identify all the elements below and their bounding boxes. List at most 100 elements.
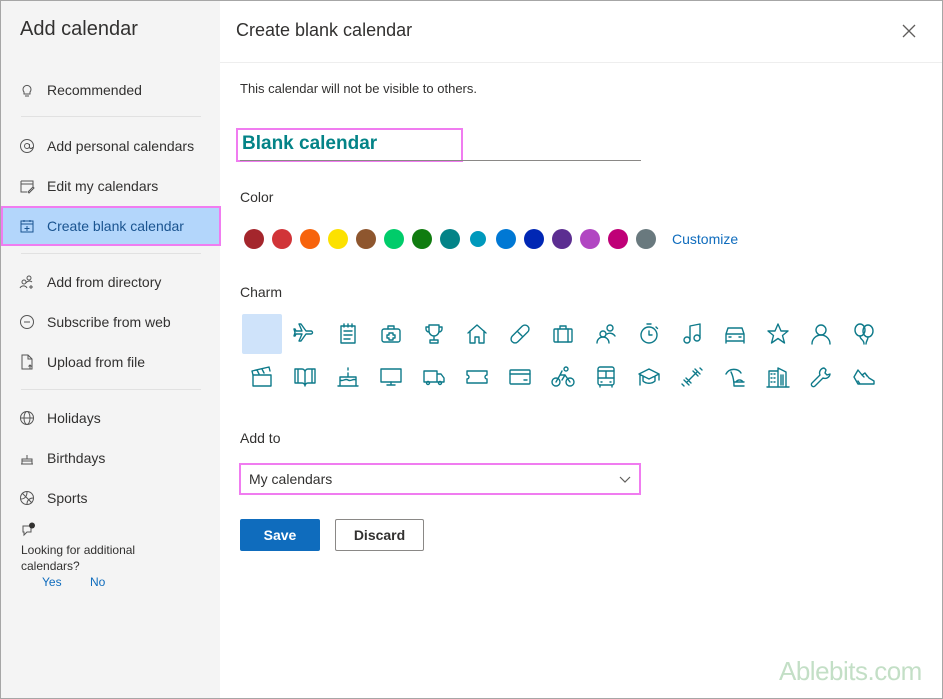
sidebar-item-holidays[interactable]: Holidays xyxy=(1,398,220,438)
color-swatch[interactable] xyxy=(384,229,404,249)
stopwatch-icon xyxy=(640,323,659,344)
charm-briefcase[interactable] xyxy=(543,314,583,354)
music-note-icon xyxy=(683,323,701,344)
dumbbell-icon xyxy=(681,367,703,387)
color-swatch[interactable] xyxy=(552,229,572,249)
sneaker-icon xyxy=(853,369,875,385)
sidebar-item-label: Recommended xyxy=(47,82,142,98)
color-swatch[interactable] xyxy=(440,229,460,249)
charm-wrench[interactable] xyxy=(801,357,841,397)
lightbulb-icon xyxy=(22,84,32,97)
charm-home[interactable] xyxy=(457,314,497,354)
sidebar-item-create-blank-calendar[interactable]: Create blank calendar xyxy=(1,206,221,246)
charm-person[interactable] xyxy=(801,314,841,354)
sidebar-item-subscribe-from-web[interactable]: Subscribe from web xyxy=(1,302,220,342)
divider xyxy=(21,389,201,390)
calendar-name-input[interactable]: Blank calendar xyxy=(236,128,463,162)
color-swatch[interactable] xyxy=(328,229,348,249)
sidebar-item-add-personal-calendars[interactable]: Add personal calendars xyxy=(1,126,220,166)
color-swatch[interactable] xyxy=(412,229,432,249)
customize-color-link[interactable]: Customize xyxy=(672,231,738,247)
color-swatch[interactable] xyxy=(636,229,656,249)
color-swatch[interactable] xyxy=(272,229,292,249)
charm-clapperboard[interactable] xyxy=(242,357,282,397)
page-title: Create blank calendar xyxy=(236,20,413,40)
wrench-icon xyxy=(810,367,831,388)
divider xyxy=(21,116,201,117)
notepad-icon xyxy=(340,323,356,344)
sidebar-item-label: Edit my calendars xyxy=(47,178,159,194)
input-underline xyxy=(240,160,641,161)
charm-trophy[interactable] xyxy=(414,314,454,354)
sidebar-item-upload-from-file[interactable]: Upload from file xyxy=(1,342,220,382)
charm-airplane[interactable] xyxy=(285,314,325,354)
color-swatch[interactable] xyxy=(356,229,376,249)
charm-bus[interactable] xyxy=(586,357,626,397)
feedback-yes-link[interactable]: Yes xyxy=(42,574,62,590)
sidebar-item-birthdays[interactable]: Birthdays xyxy=(1,438,220,478)
charm-truck[interactable] xyxy=(414,357,454,397)
charm-book[interactable] xyxy=(285,357,325,397)
sidebar-item-label: Subscribe from web xyxy=(47,314,171,330)
color-swatch[interactable] xyxy=(496,229,516,249)
charm-notepad[interactable] xyxy=(328,314,368,354)
truck-icon xyxy=(423,370,445,386)
save-button[interactable]: Save xyxy=(240,519,320,551)
people-add-icon xyxy=(19,275,33,289)
feedback-question: Looking for additional calendars? xyxy=(21,543,136,573)
color-swatch[interactable] xyxy=(244,229,264,249)
discard-button[interactable]: Discard xyxy=(335,519,424,551)
balloons-icon xyxy=(854,323,874,345)
at-icon xyxy=(20,139,34,153)
sidebar: Add calendar Recommended Add personal cal… xyxy=(1,1,221,698)
calendar-add-icon xyxy=(20,220,34,233)
add-to-dropdown[interactable]: My calendars xyxy=(239,463,641,495)
charm-ticket[interactable] xyxy=(457,357,497,397)
airplane-icon xyxy=(293,323,314,342)
close-icon[interactable] xyxy=(900,22,918,40)
charm-star[interactable] xyxy=(758,314,798,354)
charm-stopwatch[interactable] xyxy=(629,314,669,354)
sidebar-item-label: Birthdays xyxy=(47,450,106,466)
graduation-cap-icon xyxy=(638,368,660,386)
monitor-icon xyxy=(380,368,402,386)
sidebar-item-label: Create blank calendar xyxy=(47,218,184,234)
charm-none[interactable] xyxy=(242,314,282,354)
globe-icon xyxy=(20,411,34,425)
color-swatch[interactable] xyxy=(470,231,486,247)
charm-bicycle[interactable] xyxy=(543,357,583,397)
divider xyxy=(21,253,201,254)
charm-beach[interactable] xyxy=(715,357,755,397)
sidebar-item-sports[interactable]: Sports xyxy=(1,478,220,518)
color-swatch[interactable] xyxy=(300,229,320,249)
charm-music-note[interactable] xyxy=(672,314,712,354)
charm-balloons[interactable] xyxy=(844,314,884,354)
feedback-no-link[interactable]: No xyxy=(90,574,105,590)
charm-graduation-cap[interactable] xyxy=(629,357,669,397)
charm-credit-card[interactable] xyxy=(500,357,540,397)
add-to-value: My calendars xyxy=(249,471,333,487)
sidebar-item-label: Add personal calendars xyxy=(47,138,195,154)
charm-car[interactable] xyxy=(715,314,755,354)
charm-dumbbell[interactable] xyxy=(672,357,712,397)
charm-building[interactable] xyxy=(758,357,798,397)
charm-bandage[interactable] xyxy=(500,314,540,354)
color-swatch[interactable] xyxy=(608,229,628,249)
watermark-logo: Ablebits.com xyxy=(779,656,922,686)
charm-label: Charm xyxy=(240,284,283,300)
charm-cake[interactable] xyxy=(328,357,368,397)
sidebar-item-edit-my-calendars[interactable]: Edit my calendars xyxy=(1,166,220,206)
color-swatch[interactable] xyxy=(524,229,544,249)
feedback-prompt: Looking for additional calendars? Yes No xyxy=(21,522,161,589)
sidebar-item-recommended[interactable]: Recommended xyxy=(1,70,220,110)
ticket-icon xyxy=(466,370,488,384)
clapperboard-icon xyxy=(251,366,272,387)
color-swatch[interactable] xyxy=(580,229,600,249)
sidebar-item-add-from-directory[interactable]: Add from directory xyxy=(1,262,220,302)
cake-icon xyxy=(21,455,33,465)
charm-monitor[interactable] xyxy=(371,357,411,397)
charm-people[interactable] xyxy=(586,314,626,354)
charm-sneaker[interactable] xyxy=(844,357,884,397)
charm-first-aid[interactable] xyxy=(371,314,411,354)
add-to-label: Add to xyxy=(240,430,281,446)
